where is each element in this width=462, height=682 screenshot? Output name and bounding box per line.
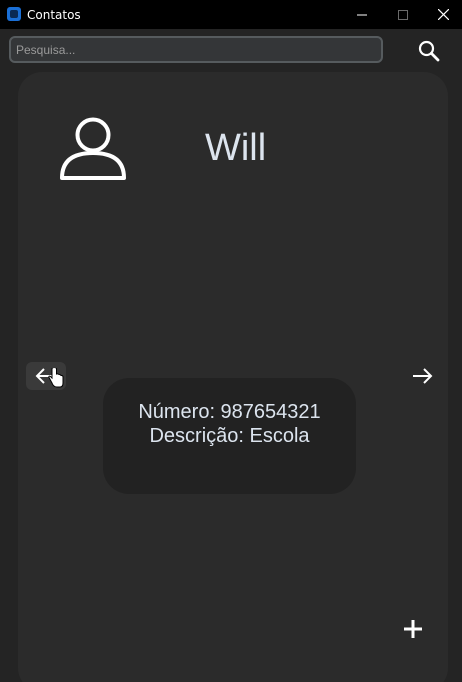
hand-cursor-icon <box>48 368 64 388</box>
minimize-icon <box>357 14 367 15</box>
avatar <box>58 115 128 183</box>
next-contact-button[interactable] <box>402 362 442 390</box>
user-icon <box>60 117 126 180</box>
add-contact-button[interactable] <box>398 614 428 644</box>
close-icon <box>437 9 449 20</box>
contact-description: Descrição: Escola <box>149 425 310 447</box>
maximize-icon <box>398 9 408 20</box>
window-title: Contatos <box>27 8 81 22</box>
search-button[interactable] <box>414 37 444 65</box>
maximize-button[interactable] <box>385 0 421 29</box>
close-button[interactable] <box>425 0 461 29</box>
minimize-button[interactable] <box>344 0 380 29</box>
title-bar: Contatos <box>0 0 462 29</box>
contact-info-box: Número: 987654321 Descrição: Escola <box>103 378 356 494</box>
search-icon <box>418 40 440 62</box>
contact-number: Número: 987654321 <box>138 401 321 423</box>
contact-name: Will <box>205 127 267 169</box>
arrow-right-icon <box>413 368 433 384</box>
search-input[interactable] <box>9 36 383 63</box>
plus-icon <box>404 620 422 638</box>
app-icon <box>7 7 21 21</box>
